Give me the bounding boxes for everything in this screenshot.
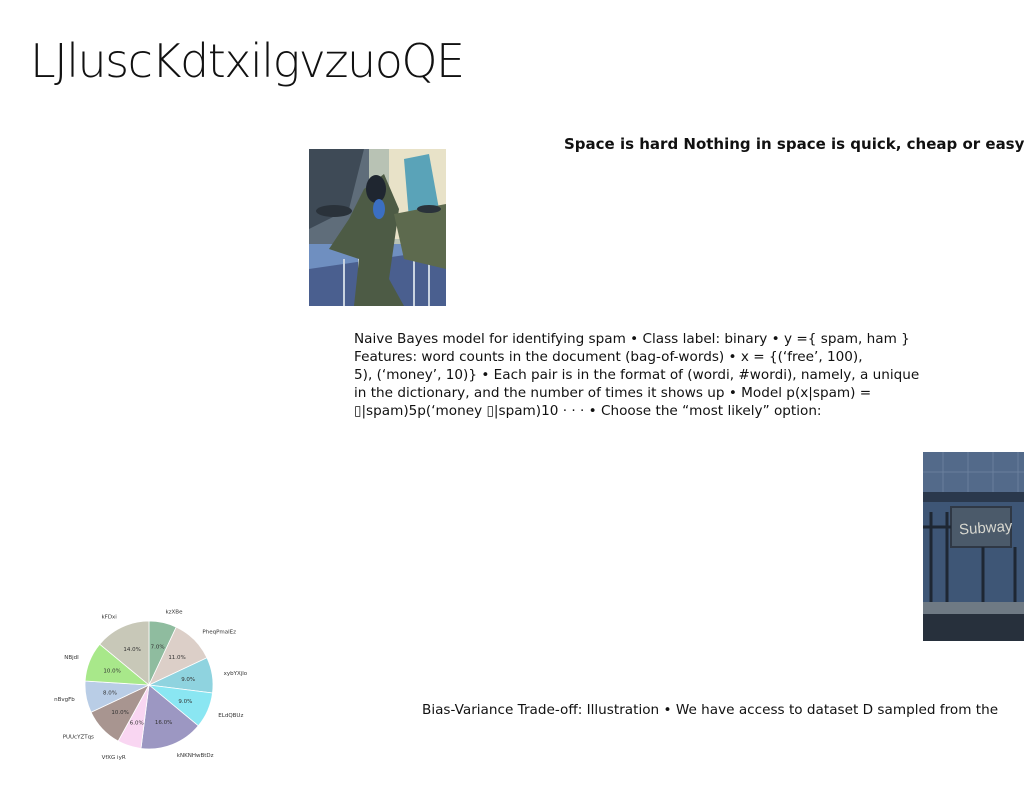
pie-percent-label: 10.0% <box>111 710 128 716</box>
paragraph-line: Naive Bayes model for identifying spam •… <box>354 331 910 347</box>
quote-text: Space is hard Nothing in space is quick,… <box>564 135 1024 153</box>
pie-percent-label: 6.0% <box>130 721 144 727</box>
paragraph-line: 5), (‘money’, 10)} • Each pair is in the… <box>354 367 920 383</box>
pie-percent-label: 11.0% <box>168 655 185 661</box>
pie-category-label: kzXBe <box>165 609 183 615</box>
pie-percent-label: 14.0% <box>123 647 140 653</box>
pie-category-label: nBvgFb <box>54 697 75 703</box>
pie-category-label: kNKNHwBtDz <box>177 753 214 759</box>
pie-percent-label: 7.0% <box>151 644 165 650</box>
photo-subway-image: Subway <box>923 452 1024 641</box>
paragraph-line: Features: word counts in the document (b… <box>354 349 863 365</box>
photo-subway-graphic: Subway <box>923 452 1024 641</box>
photo-person-image <box>309 149 446 306</box>
paragraph-line: in the dictionary, and the number of tim… <box>354 385 872 401</box>
pie-category-label: kFDxi <box>101 615 117 621</box>
pie-percent-label: 8.0% <box>103 690 117 696</box>
slide-title: LJluscKdtxilgvzuoQE <box>30 34 465 88</box>
pie-percent-label: 9.0% <box>181 677 195 683</box>
naive-bayes-paragraph: Naive Bayes model for identifying spam •… <box>354 330 929 420</box>
photo-person-graphic <box>309 149 446 306</box>
pie-category-label: PheqPmalEz <box>202 630 236 636</box>
pie-percent-label: 9.0% <box>178 699 192 705</box>
pie-category-label: VfXG iyR <box>102 755 126 761</box>
pie-percent-label: 16.0% <box>155 720 172 726</box>
pie-category-label: PUUcYZTqs <box>63 735 94 741</box>
pie-chart: 7.0% kzXBe 11.0% PheqPmalEz 9.0% xybYXjlo 9.0%… <box>50 598 260 778</box>
pie-chart-svg: 7.0% kzXBe 11.0% PheqPmalEz 9.0% xybYXjlo 9.0%… <box>54 609 248 761</box>
pie-category-label: ELdQBUz <box>218 713 243 719</box>
paragraph-line: ▯|spam)5p(‘money ▯|spam)10 · · · • Choos… <box>354 403 822 419</box>
bias-variance-text: Bias-Variance Trade-off: Illustration • … <box>422 702 999 718</box>
pie-percent-label: 10.0% <box>103 668 120 674</box>
pie-category-label: NBjdI <box>64 655 79 661</box>
pie-category-label: xybYXjlo <box>224 671 248 677</box>
